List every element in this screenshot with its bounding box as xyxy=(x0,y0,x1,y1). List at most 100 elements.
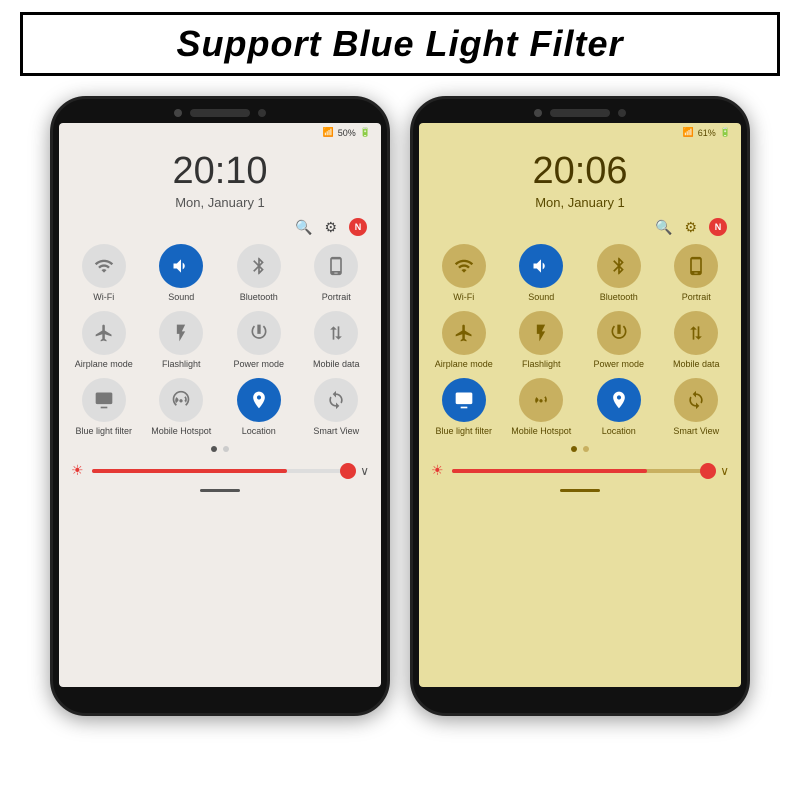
search-icon-left[interactable]: 🔍 xyxy=(295,219,312,236)
location-label-left: Location xyxy=(242,426,276,437)
toggle-smartview-right[interactable]: Smart View xyxy=(662,378,732,437)
hotspot-circle-left xyxy=(159,378,203,422)
toggle-grid-left: Wi-Fi Sound Bluetooth xyxy=(59,240,381,440)
phone-screen-right: 📶 61% 🔋 20:06 Mon, January 1 🔍 ⚙ N xyxy=(419,123,741,687)
toggle-smartview-left[interactable]: Smart View xyxy=(302,378,372,437)
dot-inactive-right xyxy=(583,446,589,452)
date-left: Mon, January 1 xyxy=(59,195,381,210)
mobiledata-label-right: Mobile data xyxy=(673,359,720,370)
page-dots-left xyxy=(59,440,381,458)
brightness-sun-icon-right: ☀ xyxy=(431,462,444,479)
speaker-bar-left xyxy=(190,109,250,117)
location-circle-right xyxy=(597,378,641,422)
brightness-fill-right xyxy=(452,469,647,473)
toggle-bluetooth-right[interactable]: Bluetooth xyxy=(584,244,654,303)
toggle-hotspot-left[interactable]: Mobile Hotspot xyxy=(147,378,217,437)
battery-icon-left: 🔋 xyxy=(360,127,371,138)
mobiledata-label-left: Mobile data xyxy=(313,359,360,370)
toggle-mobiledata-right[interactable]: Mobile data xyxy=(662,311,732,370)
power-label-left: Power mode xyxy=(233,359,284,370)
battery-text-right: 61% xyxy=(698,128,716,138)
toggle-wifi-left[interactable]: Wi-Fi xyxy=(69,244,139,303)
brightness-thumb-left xyxy=(340,463,356,479)
portrait-label-left: Portrait xyxy=(322,292,351,303)
smartview-label-right: Smart View xyxy=(673,426,719,437)
notification-badge-right[interactable]: N xyxy=(709,218,727,236)
hotspot-circle-right xyxy=(519,378,563,422)
toggle-portrait-left[interactable]: Portrait xyxy=(302,244,372,303)
toggle-bluelight-right[interactable]: Blue light filter xyxy=(429,378,499,437)
dot-active-right xyxy=(571,446,577,452)
camera-dot-left xyxy=(174,109,182,117)
portrait-circle-right xyxy=(674,244,718,288)
gear-icon-left[interactable]: ⚙ xyxy=(324,219,337,236)
battery-text-left: 50% xyxy=(338,128,356,138)
toggle-airplane-right[interactable]: Airplane mode xyxy=(429,311,499,370)
bluelight-circle-left xyxy=(82,378,126,422)
smartview-circle-left xyxy=(314,378,358,422)
bluetooth-label-left: Bluetooth xyxy=(240,292,278,303)
bluetooth-circle-left xyxy=(237,244,281,288)
brightness-row-right: ☀ ∨ xyxy=(419,458,741,483)
brightness-track-left[interactable] xyxy=(92,469,353,473)
toggle-wifi-right[interactable]: Wi-Fi xyxy=(429,244,499,303)
toggle-location-right[interactable]: Location xyxy=(584,378,654,437)
phone-top-bar-left xyxy=(53,99,387,123)
front-camera-left xyxy=(258,109,266,117)
brightness-chevron-left[interactable]: ∨ xyxy=(360,464,369,478)
airplane-circle-left xyxy=(82,311,126,355)
toggle-flashlight-left[interactable]: Flashlight xyxy=(147,311,217,370)
battery-icon-right: 🔋 xyxy=(720,127,731,138)
signal-icon-right: 📶 xyxy=(683,127,694,138)
wifi-circle-right xyxy=(442,244,486,288)
bluelight-label-left: Blue light filter xyxy=(75,426,132,437)
toggle-mobiledata-left[interactable]: Mobile data xyxy=(302,311,372,370)
phones-container: 📶 50% 🔋 20:10 Mon, January 1 🔍 ⚙ N xyxy=(0,86,800,726)
phone-right: 📶 61% 🔋 20:06 Mon, January 1 🔍 ⚙ N xyxy=(410,96,750,716)
sound-circle-left xyxy=(159,244,203,288)
toggle-flashlight-right[interactable]: Flashlight xyxy=(507,311,577,370)
phone-bottom-right xyxy=(419,483,741,498)
toggle-power-left[interactable]: Power mode xyxy=(224,311,294,370)
status-bar-left: 📶 50% 🔋 xyxy=(59,123,381,140)
hotspot-label-right: Mobile Hotspot xyxy=(511,426,571,437)
portrait-label-right: Portrait xyxy=(682,292,711,303)
toggle-airplane-left[interactable]: Airplane mode xyxy=(69,311,139,370)
brightness-fill-left xyxy=(92,469,287,473)
camera-dot-right xyxy=(534,109,542,117)
toggle-bluelight-left[interactable]: Blue light filter xyxy=(69,378,139,437)
search-icon-right[interactable]: 🔍 xyxy=(655,219,672,236)
toggle-portrait-right[interactable]: Portrait xyxy=(662,244,732,303)
location-label-right: Location xyxy=(602,426,636,437)
toggle-power-right[interactable]: Power mode xyxy=(584,311,654,370)
toggle-sound-right[interactable]: Sound xyxy=(507,244,577,303)
toggle-sound-left[interactable]: Sound xyxy=(147,244,217,303)
airplane-label-right: Airplane mode xyxy=(435,359,493,370)
time-display-right: 20:06 Mon, January 1 xyxy=(419,140,741,214)
mobiledata-circle-right xyxy=(674,311,718,355)
phone-screen-left: 📶 50% 🔋 20:10 Mon, January 1 🔍 ⚙ N xyxy=(59,123,381,687)
clock-right: 20:06 xyxy=(419,150,741,193)
dot-inactive-left xyxy=(223,446,229,452)
toggle-hotspot-right[interactable]: Mobile Hotspot xyxy=(507,378,577,437)
toggle-location-left[interactable]: Location xyxy=(224,378,294,437)
clock-left: 20:10 xyxy=(59,150,381,193)
phone-left: 📶 50% 🔋 20:10 Mon, January 1 🔍 ⚙ N xyxy=(50,96,390,716)
date-right: Mon, January 1 xyxy=(419,195,741,210)
flashlight-circle-left xyxy=(159,311,203,355)
portrait-circle-left xyxy=(314,244,358,288)
toggle-bluetooth-left[interactable]: Bluetooth xyxy=(224,244,294,303)
wifi-label-right: Wi-Fi xyxy=(453,292,474,303)
page-title: Support Blue Light Filter xyxy=(23,23,777,65)
gear-icon-right[interactable]: ⚙ xyxy=(684,219,697,236)
wifi-circle-left xyxy=(82,244,126,288)
brightness-track-right[interactable] xyxy=(452,469,713,473)
sound-label-right: Sound xyxy=(528,292,554,303)
wifi-label-left: Wi-Fi xyxy=(93,292,114,303)
signal-icon-left: 📶 xyxy=(323,127,334,138)
phone-top-bar-right xyxy=(413,99,747,123)
brightness-chevron-right[interactable]: ∨ xyxy=(720,464,729,478)
bluetooth-label-right: Bluetooth xyxy=(600,292,638,303)
notification-badge-left[interactable]: N xyxy=(349,218,367,236)
power-circle-right xyxy=(597,311,641,355)
